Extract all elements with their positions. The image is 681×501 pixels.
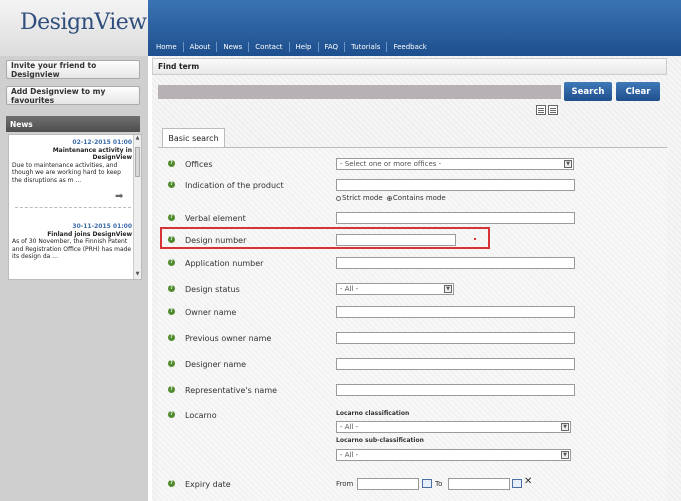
designer-input[interactable] [336, 358, 575, 370]
mode-options: Strict mode Contains mode [336, 194, 446, 202]
sidebar: Invite your friend to Designview Add Des… [0, 56, 148, 501]
news-title: Finland joins DesignView [47, 230, 132, 238]
nav-link-faq[interactable]: FAQ [317, 42, 345, 52]
owner-label: Owner name [185, 308, 237, 317]
calendar-icon[interactable] [512, 479, 522, 488]
invite-friend-button[interactable]: Invite your friend to Designview [6, 60, 140, 79]
help-icon[interactable]: ? [168, 214, 175, 221]
locarno-classification-value: - All - [340, 423, 359, 431]
offices-select[interactable]: - Select one or more offices - ▼ [336, 158, 574, 170]
nav-link-home[interactable]: Home [154, 42, 183, 52]
previous-owner-input[interactable] [336, 332, 575, 344]
logo[interactable]: DesignView [20, 10, 147, 35]
chevron-down-icon[interactable]: ▼ [564, 160, 572, 168]
nav-link-help[interactable]: Help [288, 42, 318, 52]
help-icon[interactable]: ? [168, 181, 175, 188]
designer-label: Designer name [185, 360, 247, 369]
expiry-label: Expiry date [185, 480, 231, 489]
help-icon[interactable]: ? [168, 360, 175, 367]
list-view-icon[interactable] [548, 105, 558, 115]
news-body: Due to maintenance activities, and thoug… [12, 161, 121, 184]
offices-label: Offices [185, 160, 213, 169]
news-panel: 02-12-2015 01:00 Maintenance activity in… [8, 134, 142, 280]
locarno-subclassification-value: - All - [340, 451, 359, 459]
expiry-to-input[interactable] [448, 478, 510, 490]
chevron-down-icon[interactable]: ▼ [561, 451, 569, 459]
locarno-classification-label: Locarno classification [336, 410, 410, 417]
help-icon[interactable]: ? [168, 480, 175, 487]
nav-link-about[interactable]: About [182, 42, 217, 52]
design-number-highlight [160, 227, 490, 249]
help-icon[interactable]: ? [168, 411, 175, 418]
locarno-label: Locarno [185, 411, 217, 420]
design-status-select[interactable]: - All - ▼ [336, 283, 454, 295]
help-icon[interactable]: ? [168, 334, 175, 341]
clear-button[interactable]: Clear [616, 82, 660, 101]
news-date: 02-12-2015 01:00 [72, 139, 132, 146]
help-icon[interactable]: ? [168, 285, 175, 292]
news-heading: News [6, 116, 140, 132]
offices-value: - Select one or more offices - [340, 160, 442, 168]
tab-basic-search[interactable]: Basic search [162, 128, 225, 148]
news-divider [15, 207, 131, 208]
top-navigation-bar: Home About News Contact Help FAQ Tutorials Feed… [148, 0, 681, 56]
search-button[interactable]: Search [564, 82, 612, 101]
indication-label: Indication of the product [185, 181, 284, 190]
locarno-classification-select[interactable]: - All - ▼ [336, 421, 571, 433]
news-date: 30-11-2015 01:00 [72, 223, 132, 230]
nav-link-feedback[interactable]: Feedback [386, 42, 432, 52]
clear-date-icon[interactable]: ✕ [524, 476, 532, 487]
help-icon[interactable]: ? [168, 160, 175, 167]
news-item[interactable]: 30-11-2015 01:00 Finland joins DesignVie… [12, 223, 132, 261]
chevron-down-icon[interactable]: ▼ [444, 285, 452, 293]
design-status-value: - All - [340, 285, 359, 293]
add-favourites-button[interactable]: Add Designview to my favourites [6, 86, 140, 105]
strict-mode-radio[interactable] [336, 195, 341, 201]
expiry-from-label: From [336, 480, 354, 488]
strict-mode-label: Strict mode [342, 194, 383, 202]
representative-label: Representative's name [185, 386, 278, 395]
nav-link-contact[interactable]: Contact [248, 42, 288, 52]
previous-owner-label: Previous owner name [185, 334, 272, 343]
scroll-thumb[interactable] [135, 147, 140, 177]
application-number-input[interactable] [336, 257, 575, 269]
representative-input[interactable] [336, 384, 575, 396]
arrow-right-icon[interactable]: ➡ [115, 191, 123, 202]
owner-input[interactable] [336, 306, 575, 318]
help-icon[interactable]: ? [168, 259, 175, 266]
indication-input[interactable] [336, 179, 575, 191]
expiry-to-label: To [435, 480, 443, 488]
expiry-from-input[interactable] [357, 478, 419, 490]
application-number-label: Application number [185, 259, 264, 268]
news-title: Maintenance activity in DesignView [52, 146, 132, 162]
locarno-subclassification-select[interactable]: - All - ▼ [336, 449, 571, 461]
grid-view-icon[interactable] [536, 105, 546, 115]
help-icon[interactable]: ? [168, 308, 175, 315]
calendar-icon[interactable] [422, 479, 432, 488]
nav-link-news[interactable]: News [216, 42, 248, 52]
locarno-subclassification-label: Locarno sub-classification [336, 437, 424, 444]
contains-mode-label: Contains mode [392, 194, 446, 202]
news-scrollbar[interactable]: ▲ ▼ [133, 135, 141, 279]
news-body: As of 30 November, the Finnish Patent an… [12, 238, 132, 260]
nav-link-tutorials[interactable]: Tutorials [344, 42, 386, 52]
logo-area: DesignView [0, 0, 148, 56]
design-status-label: Design status [185, 285, 240, 294]
find-term-header: Find term [152, 58, 667, 75]
chevron-down-icon[interactable]: ▼ [561, 423, 569, 431]
find-term-input[interactable] [158, 85, 561, 99]
verbal-element-input[interactable] [336, 212, 575, 224]
contains-mode-radio[interactable] [386, 195, 392, 201]
search-form: ? Offices - Select one or more offices -… [158, 147, 667, 501]
main-content: Find term Search Clear Basic search ? Of… [152, 56, 681, 501]
help-icon[interactable]: ? [168, 386, 175, 393]
scroll-up-icon[interactable]: ▲ [134, 135, 141, 143]
page: DesignView Home About News Contact Help FAQ Tu… [0, 0, 681, 501]
news-item[interactable]: 02-12-2015 01:00 Maintenance activity in… [12, 139, 132, 184]
top-nav: Home About News Contact Help FAQ Tutorials Feed… [154, 42, 433, 52]
scroll-down-icon[interactable]: ▼ [134, 271, 141, 279]
verbal-element-label: Verbal element [185, 214, 246, 223]
